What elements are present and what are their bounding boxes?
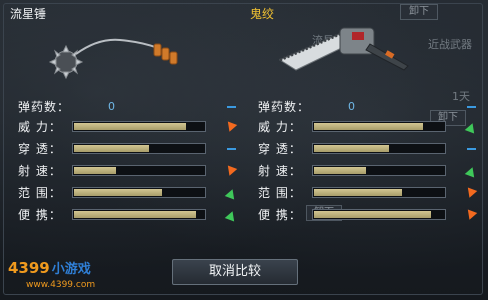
right-ammo-row: 弹药数： 0 — [248, 100, 480, 114]
stat-bar — [312, 187, 446, 198]
cancel-compare-button[interactable]: 取消比较 — [172, 259, 298, 285]
up-arrow-icon — [224, 208, 238, 222]
right-stat-row: 便 携： — [248, 208, 480, 222]
stat-label: 便 携： — [18, 208, 62, 222]
stat-bar — [312, 165, 446, 176]
stat-label: 射 速： — [18, 164, 62, 178]
neutral-dash-icon — [464, 100, 478, 114]
left-stat-row: 穿 透： — [8, 142, 240, 156]
right-stat-row: 穿 透： — [248, 142, 480, 156]
site-logo: 4399 小游戏 — [8, 258, 91, 277]
ammo-label: 弹药数： — [258, 100, 311, 114]
stat-bar-fill — [74, 211, 196, 218]
stat-bar-fill — [314, 167, 366, 174]
left-stat-row: 便 携： — [8, 208, 240, 222]
up-arrow-icon — [464, 164, 478, 178]
stat-label: 威 力： — [18, 120, 62, 134]
stat-bar-fill — [74, 189, 162, 196]
left-weapon-panel: 流星锤 弹药数： 0 威 力：穿 透： 射 速： 范 围： 便 携： — [8, 0, 240, 240]
neutral-dash-icon — [224, 100, 238, 114]
stat-bar-fill — [74, 123, 186, 130]
down-arrow-icon — [224, 164, 238, 178]
chainsaw-icon — [278, 27, 409, 71]
stat-bar-fill — [74, 167, 116, 174]
stat-bar — [312, 143, 446, 154]
down-arrow-icon — [224, 120, 238, 134]
logo-url: www.4399.com — [26, 280, 96, 290]
down-arrow-icon — [464, 186, 478, 200]
right-stat-row: 射 速： — [248, 164, 480, 178]
stat-bar — [72, 187, 206, 198]
stat-bar — [312, 121, 446, 132]
stat-bar — [72, 121, 206, 132]
logo-number: 4399 — [8, 259, 50, 277]
stat-label: 范 围： — [18, 186, 62, 200]
stat-bar — [72, 209, 206, 220]
stat-label: 穿 透： — [18, 142, 62, 156]
right-stat-row: 威 力： — [248, 120, 480, 134]
stat-label: 射 速： — [258, 164, 302, 178]
down-arrow-icon — [464, 208, 478, 222]
stat-bar-fill — [314, 211, 431, 218]
ammo-value: 0 — [108, 100, 115, 113]
stat-label: 穿 透： — [258, 142, 302, 156]
up-arrow-icon — [464, 120, 478, 134]
left-stat-row: 射 速： — [8, 164, 240, 178]
stat-label: 威 力： — [258, 120, 302, 134]
stat-bar-fill — [74, 145, 149, 152]
logo-subtitle: 小游戏 — [51, 262, 91, 277]
neutral-dash-icon — [224, 142, 238, 156]
stat-bar-fill — [314, 145, 389, 152]
up-arrow-icon — [224, 186, 238, 200]
meteor-hammer-icon — [48, 38, 178, 80]
neutral-dash-icon — [464, 142, 478, 156]
stat-label: 范 围： — [258, 186, 302, 200]
stat-bar-fill — [314, 189, 402, 196]
right-weapon-panel: 鬼绞 弹药数： 0 威 力：穿 透：射 速：范 围：便 携： — [248, 0, 480, 240]
stat-label: 便 携： — [258, 208, 302, 222]
left-ammo-row: 弹药数： 0 — [8, 100, 240, 114]
stat-bar — [72, 143, 206, 154]
left-stat-row: 威 力： — [8, 120, 240, 134]
stat-bar — [312, 209, 446, 220]
right-stat-row: 范 围： — [248, 186, 480, 200]
stat-bar — [72, 165, 206, 176]
ammo-label: 弹药数： — [18, 100, 71, 114]
left-stat-row: 范 围： — [8, 186, 240, 200]
ammo-value: 0 — [348, 100, 355, 113]
stat-bar-fill — [314, 123, 423, 130]
